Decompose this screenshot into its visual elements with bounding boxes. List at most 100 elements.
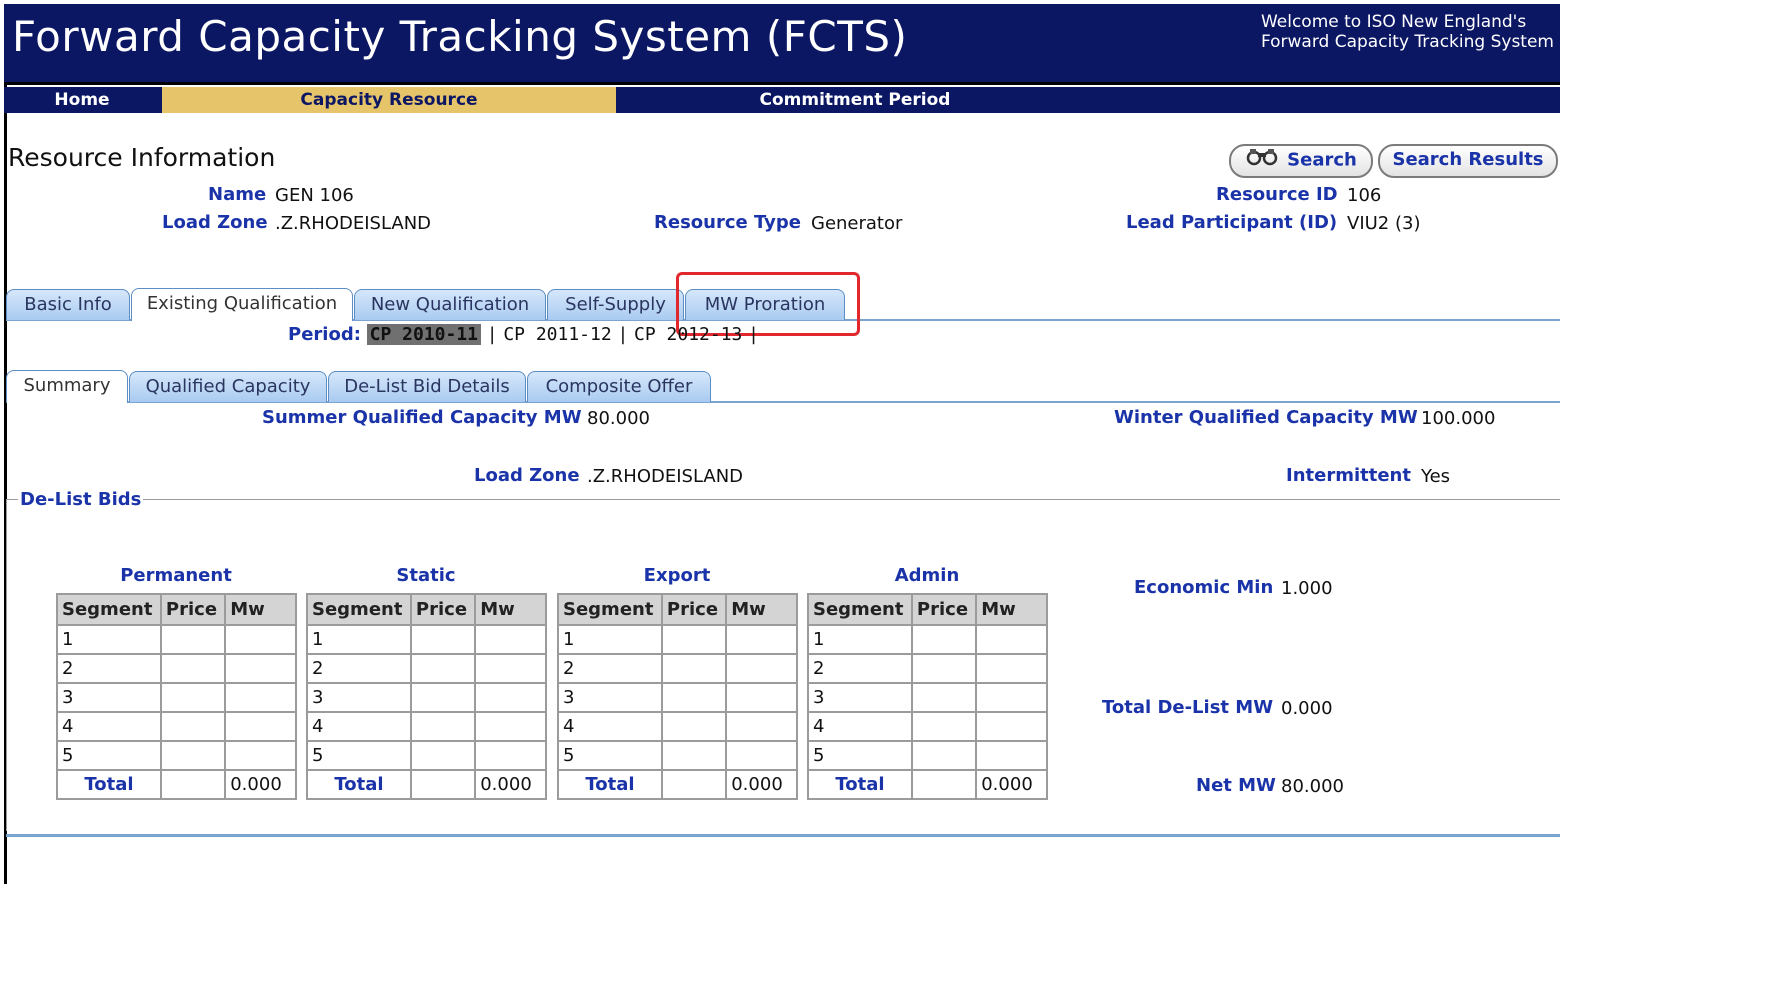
table-row: 4 bbox=[807, 711, 1048, 742]
subtab-composite-offer[interactable]: Composite Offer bbox=[527, 371, 711, 402]
table-row: 1 bbox=[807, 624, 1048, 655]
net-mw-value: 80.000 bbox=[1281, 776, 1344, 797]
table-row: 3 bbox=[807, 682, 1048, 713]
column-header-segment: Segment bbox=[557, 593, 663, 626]
total-price-cell bbox=[910, 769, 978, 800]
table-row: 5 bbox=[557, 740, 798, 771]
search-button[interactable]: Search bbox=[1229, 144, 1373, 178]
segment-cell: 5 bbox=[557, 740, 663, 771]
mw-cell bbox=[474, 682, 547, 713]
price-cell bbox=[409, 682, 477, 713]
price-cell bbox=[910, 740, 978, 771]
lead-participant-label: Lead Participant (ID) bbox=[1126, 212, 1338, 233]
mw-cell bbox=[474, 740, 547, 771]
mw-cell bbox=[725, 653, 798, 684]
main-nav: Home Capacity Resource Commitment Period bbox=[4, 87, 1560, 113]
subtab-delist-bid-details[interactable]: De-List Bid Details bbox=[328, 371, 526, 402]
total-row: Total 0.000 bbox=[306, 769, 547, 800]
price-cell bbox=[409, 653, 477, 684]
table-row: 2 bbox=[56, 653, 297, 684]
load-zone-value: .Z.RHODEISLAND bbox=[275, 213, 432, 234]
welcome-line-1: Welcome to ISO New England's bbox=[1260, 12, 1527, 32]
app-header: Forward Capacity Tracking System (FCTS) … bbox=[4, 4, 1560, 85]
column-header-segment: Segment bbox=[807, 593, 913, 626]
summer-capacity-label: Summer Qualified Capacity MW bbox=[262, 407, 582, 428]
table-row: 5 bbox=[807, 740, 1048, 771]
total-mw-value: 0.000 bbox=[725, 769, 798, 800]
segment-cell: 5 bbox=[807, 740, 913, 771]
table-row: 2 bbox=[807, 653, 1048, 684]
period-option-cp-2010-11[interactable]: CP 2010-11 bbox=[366, 324, 482, 345]
segment-cell: 2 bbox=[306, 653, 412, 684]
table-row: 4 bbox=[56, 711, 297, 742]
subtab-qualified-capacity[interactable]: Qualified Capacity bbox=[129, 371, 327, 402]
segment-cell: 4 bbox=[557, 711, 663, 742]
name-value: GEN 106 bbox=[275, 185, 354, 206]
period-option-cp-2011-12[interactable]: CP 2011-12 bbox=[503, 324, 611, 345]
table-row: 4 bbox=[557, 711, 798, 742]
table-row: 2 bbox=[306, 653, 547, 684]
search-results-button[interactable]: Search Results bbox=[1378, 144, 1558, 178]
tab-new-qualification[interactable]: New Qualification bbox=[354, 289, 546, 320]
binoculars-icon bbox=[1245, 146, 1279, 175]
tab-basic-info[interactable]: Basic Info bbox=[6, 289, 130, 320]
period-selector: Period: CP 2010-11 | CP 2011-12 | CP 201… bbox=[288, 324, 759, 345]
price-cell bbox=[910, 653, 978, 684]
mw-cell bbox=[474, 711, 547, 742]
segment-cell: 3 bbox=[56, 682, 162, 713]
mw-cell bbox=[725, 624, 798, 655]
resource-id-label: Resource ID bbox=[1216, 184, 1338, 205]
table-row: 3 bbox=[306, 682, 547, 713]
price-cell bbox=[159, 624, 227, 655]
column-header-segment: Segment bbox=[306, 593, 412, 626]
mw-cell bbox=[224, 711, 297, 742]
nav-commitment-period[interactable]: Commitment Period bbox=[616, 87, 1094, 113]
period-option-cp-2012-13[interactable]: CP 2012-13 bbox=[634, 324, 742, 345]
table-row: 3 bbox=[56, 682, 297, 713]
load-zone-label: Load Zone bbox=[162, 212, 268, 233]
period-separator: | bbox=[486, 324, 498, 345]
mw-cell bbox=[975, 711, 1048, 742]
price-cell bbox=[409, 711, 477, 742]
price-cell bbox=[409, 624, 477, 655]
total-label: Total bbox=[557, 769, 663, 800]
table-row: 1 bbox=[306, 624, 547, 655]
mw-cell bbox=[224, 624, 297, 655]
column-header-price: Price bbox=[910, 593, 978, 626]
total-mw-value: 0.000 bbox=[224, 769, 297, 800]
winter-capacity-value: 100.000 bbox=[1421, 408, 1496, 429]
price-cell bbox=[910, 682, 978, 713]
tab-self-supply[interactable]: Self-Supply bbox=[547, 289, 684, 320]
lead-participant-value: VIU2 (3) bbox=[1347, 213, 1421, 234]
table-row: 5 bbox=[56, 740, 297, 771]
price-cell bbox=[159, 711, 227, 742]
mw-cell bbox=[975, 682, 1048, 713]
period-separator: | bbox=[748, 324, 759, 345]
admin-bids-table: Segment Price Mw 1 2 3 4 5 Total 0.000 bbox=[807, 593, 1048, 800]
delist-fieldset-left bbox=[6, 499, 7, 831]
segment-cell: 4 bbox=[807, 711, 913, 742]
segment-cell: 2 bbox=[807, 653, 913, 684]
tab-existing-qualification[interactable]: Existing Qualification bbox=[131, 288, 353, 321]
price-cell bbox=[910, 624, 978, 655]
total-label: Total bbox=[306, 769, 412, 800]
table-row: 3 bbox=[557, 682, 798, 713]
app-title: Forward Capacity Tracking System (FCTS) bbox=[12, 12, 908, 61]
table-row: 1 bbox=[557, 624, 798, 655]
total-delist-label: Total De-List MW bbox=[1102, 697, 1274, 718]
search-button-label: Search bbox=[1287, 149, 1357, 171]
subtab-summary[interactable]: Summary bbox=[6, 370, 128, 403]
admin-bids-title: Admin bbox=[894, 565, 960, 586]
permanent-bids-table: Segment Price Mw 1 2 3 4 5 Total 0.000 bbox=[56, 593, 297, 800]
segment-cell: 4 bbox=[56, 711, 162, 742]
nav-home[interactable]: Home bbox=[4, 87, 160, 113]
price-cell bbox=[660, 740, 728, 771]
segment-cell: 1 bbox=[807, 624, 913, 655]
table-row: 5 bbox=[306, 740, 547, 771]
column-header-price: Price bbox=[159, 593, 227, 626]
column-header-price: Price bbox=[409, 593, 477, 626]
nav-capacity-resource[interactable]: Capacity Resource bbox=[162, 87, 616, 113]
total-label: Total bbox=[807, 769, 913, 800]
name-label: Name bbox=[208, 184, 267, 205]
period-label: Period: bbox=[288, 324, 361, 345]
